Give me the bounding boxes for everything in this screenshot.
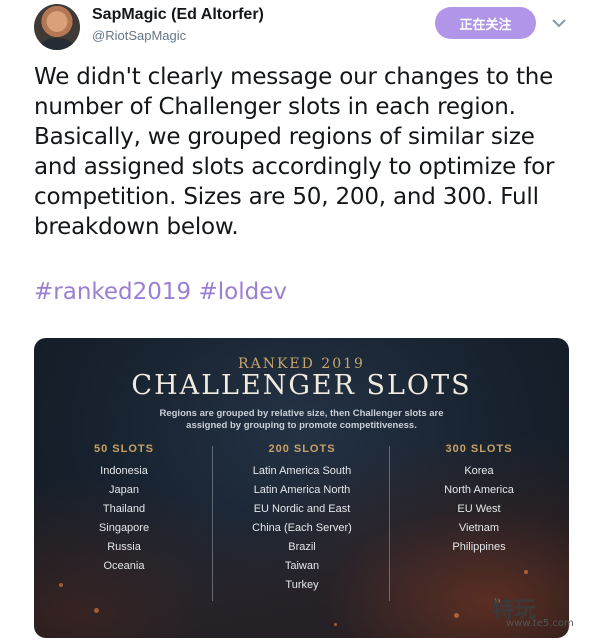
region-list: Latin America South Latin America North …	[212, 462, 392, 595]
tweet-text-line: and assigned slots accordingly to optimi…	[34, 154, 555, 180]
region-item: Russia	[107, 541, 141, 553]
region-item: Indonesia	[100, 465, 148, 477]
region-item: Latin America North	[253, 484, 351, 496]
region-item: Latin America South	[252, 465, 352, 477]
region-item: Singapore	[98, 522, 150, 534]
tweet-header: SapMagic (Ed Altorfer) @RiotSapMagic 正在关…	[0, 0, 600, 56]
hashtags: #ranked2019 #loldev	[34, 277, 287, 307]
card-title: CHALLENGER SLOTS	[131, 370, 472, 401]
region-item: North America	[444, 484, 514, 496]
tweet-text-line: We didn't clearly message our changes to…	[34, 64, 554, 90]
hashtag-loldev[interactable]: #loldev	[199, 279, 288, 305]
region-item: Turkey	[285, 579, 319, 591]
card-description-line: assigned by grouping to promote competit…	[186, 420, 417, 431]
hashtag-ranked2019[interactable]: #ranked2019	[34, 279, 191, 305]
tweet-text-line: number of Challenger slots in each regio…	[34, 94, 516, 120]
chevron-down-icon[interactable]	[548, 12, 570, 34]
card-description-line: Regions are grouped by relative size, th…	[159, 408, 444, 419]
region-item: Thailand	[102, 503, 146, 515]
region-item: Taiwan	[284, 560, 320, 572]
card-description: Regions are grouped by relative size, th…	[34, 408, 569, 432]
column-heading: 300 SLOTS	[445, 443, 513, 455]
slots-column-50: 50 SLOTS Indonesia Japan Thailand Singap…	[34, 442, 214, 576]
column-heading: 50 SLOTS	[94, 443, 154, 455]
region-item: Korea	[464, 465, 494, 477]
region-list: Korea North America EU West Vietnam Phil…	[389, 462, 569, 557]
region-item: China (Each Server)	[252, 522, 352, 534]
watermark-logo: 特玩 www.te5.com	[492, 592, 574, 629]
attached-image[interactable]: RANKED 2019 CHALLENGER SLOTS Regions are…	[34, 338, 569, 638]
following-button[interactable]: 正在关注	[435, 7, 536, 39]
slots-column-300: 300 SLOTS Korea North America EU West Vi…	[389, 442, 569, 557]
region-item: Oceania	[103, 560, 145, 572]
region-item: EU Nordic and East	[253, 503, 351, 515]
region-item: Brazil	[288, 541, 316, 553]
user-handle[interactable]: @RiotSapMagic	[92, 28, 186, 43]
avatar[interactable]	[34, 4, 80, 50]
region-item: Japan	[109, 484, 139, 496]
display-name[interactable]: SapMagic (Ed Altorfer)	[92, 6, 264, 24]
watermark-url: www.te5.com	[506, 618, 574, 629]
slots-column-200: 200 SLOTS Latin America South Latin Amer…	[212, 442, 392, 595]
tweet-text-line: competition. Sizes are 50, 200, and 300.…	[34, 184, 539, 210]
tweet-text-line: Basically, we grouped regions of similar…	[34, 124, 535, 150]
region-list: Indonesia Japan Thailand Singapore Russi…	[34, 462, 214, 576]
tweet-text-line: breakdown below.	[34, 214, 239, 240]
region-item: Vietnam	[458, 522, 500, 534]
region-item: Philippines	[452, 541, 506, 553]
tweet-text: We didn't clearly message our changes to…	[34, 62, 579, 242]
column-heading: 200 SLOTS	[268, 443, 336, 455]
region-item: EU West	[457, 503, 501, 515]
